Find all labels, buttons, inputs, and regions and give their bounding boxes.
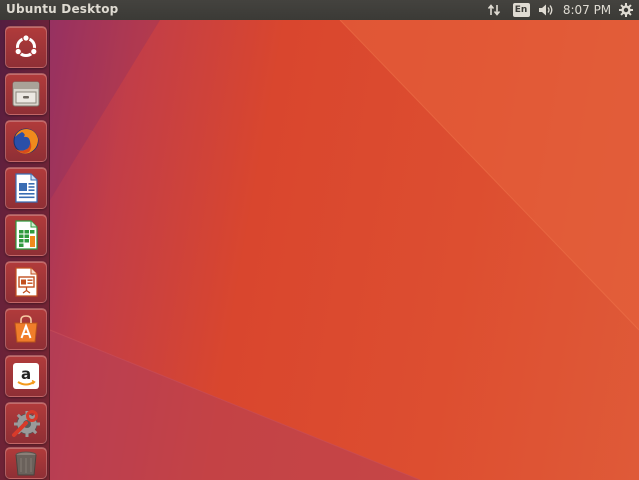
launcher-trash[interactable]: [5, 447, 47, 479]
writer-document-icon: [15, 173, 38, 203]
keyboard-layout-label: En: [512, 3, 530, 17]
ubuntu-logo-icon: [14, 34, 38, 57]
launcher-libreoffice-writer[interactable]: [5, 167, 47, 209]
trash-icon: [15, 451, 37, 476]
network-transfer-icon[interactable]: [486, 0, 502, 20]
launcher-system-settings[interactable]: [5, 402, 47, 444]
launcher-amazon[interactable]: a: [5, 355, 47, 397]
launcher-files[interactable]: [5, 73, 47, 115]
svg-text:a: a: [21, 365, 31, 383]
volume-icon[interactable]: [537, 0, 555, 20]
keyboard-layout-icon[interactable]: En: [511, 0, 531, 20]
firefox-icon: [13, 128, 39, 154]
wallpaper-shapes: [49, 19, 639, 480]
settings-wrench-gear-icon: [12, 410, 40, 437]
launcher-libreoffice-calc[interactable]: [5, 214, 47, 256]
impress-presentation-icon: [15, 267, 38, 297]
session-gear-icon[interactable]: [617, 0, 635, 20]
launcher-firefox[interactable]: [5, 120, 47, 162]
clock[interactable]: 8:07 PM: [562, 0, 612, 20]
clock-label: 8:07 PM: [562, 3, 612, 17]
launcher: a: [0, 20, 50, 480]
launcher-dash-home[interactable]: [5, 26, 47, 68]
launcher-libreoffice-impress[interactable]: [5, 261, 47, 303]
top-panel: Ubuntu Desktop En 8:07 PM: [0, 0, 639, 20]
desktop-wallpaper: [0, 0, 639, 480]
amazon-logo-icon: a: [13, 363, 39, 389]
file-cabinet-icon: [12, 81, 40, 107]
calc-spreadsheet-icon: [15, 220, 38, 250]
launcher-ubuntu-software[interactable]: [5, 308, 47, 350]
window-title: Ubuntu Desktop: [6, 2, 119, 16]
shopping-bag-icon: [14, 315, 38, 343]
